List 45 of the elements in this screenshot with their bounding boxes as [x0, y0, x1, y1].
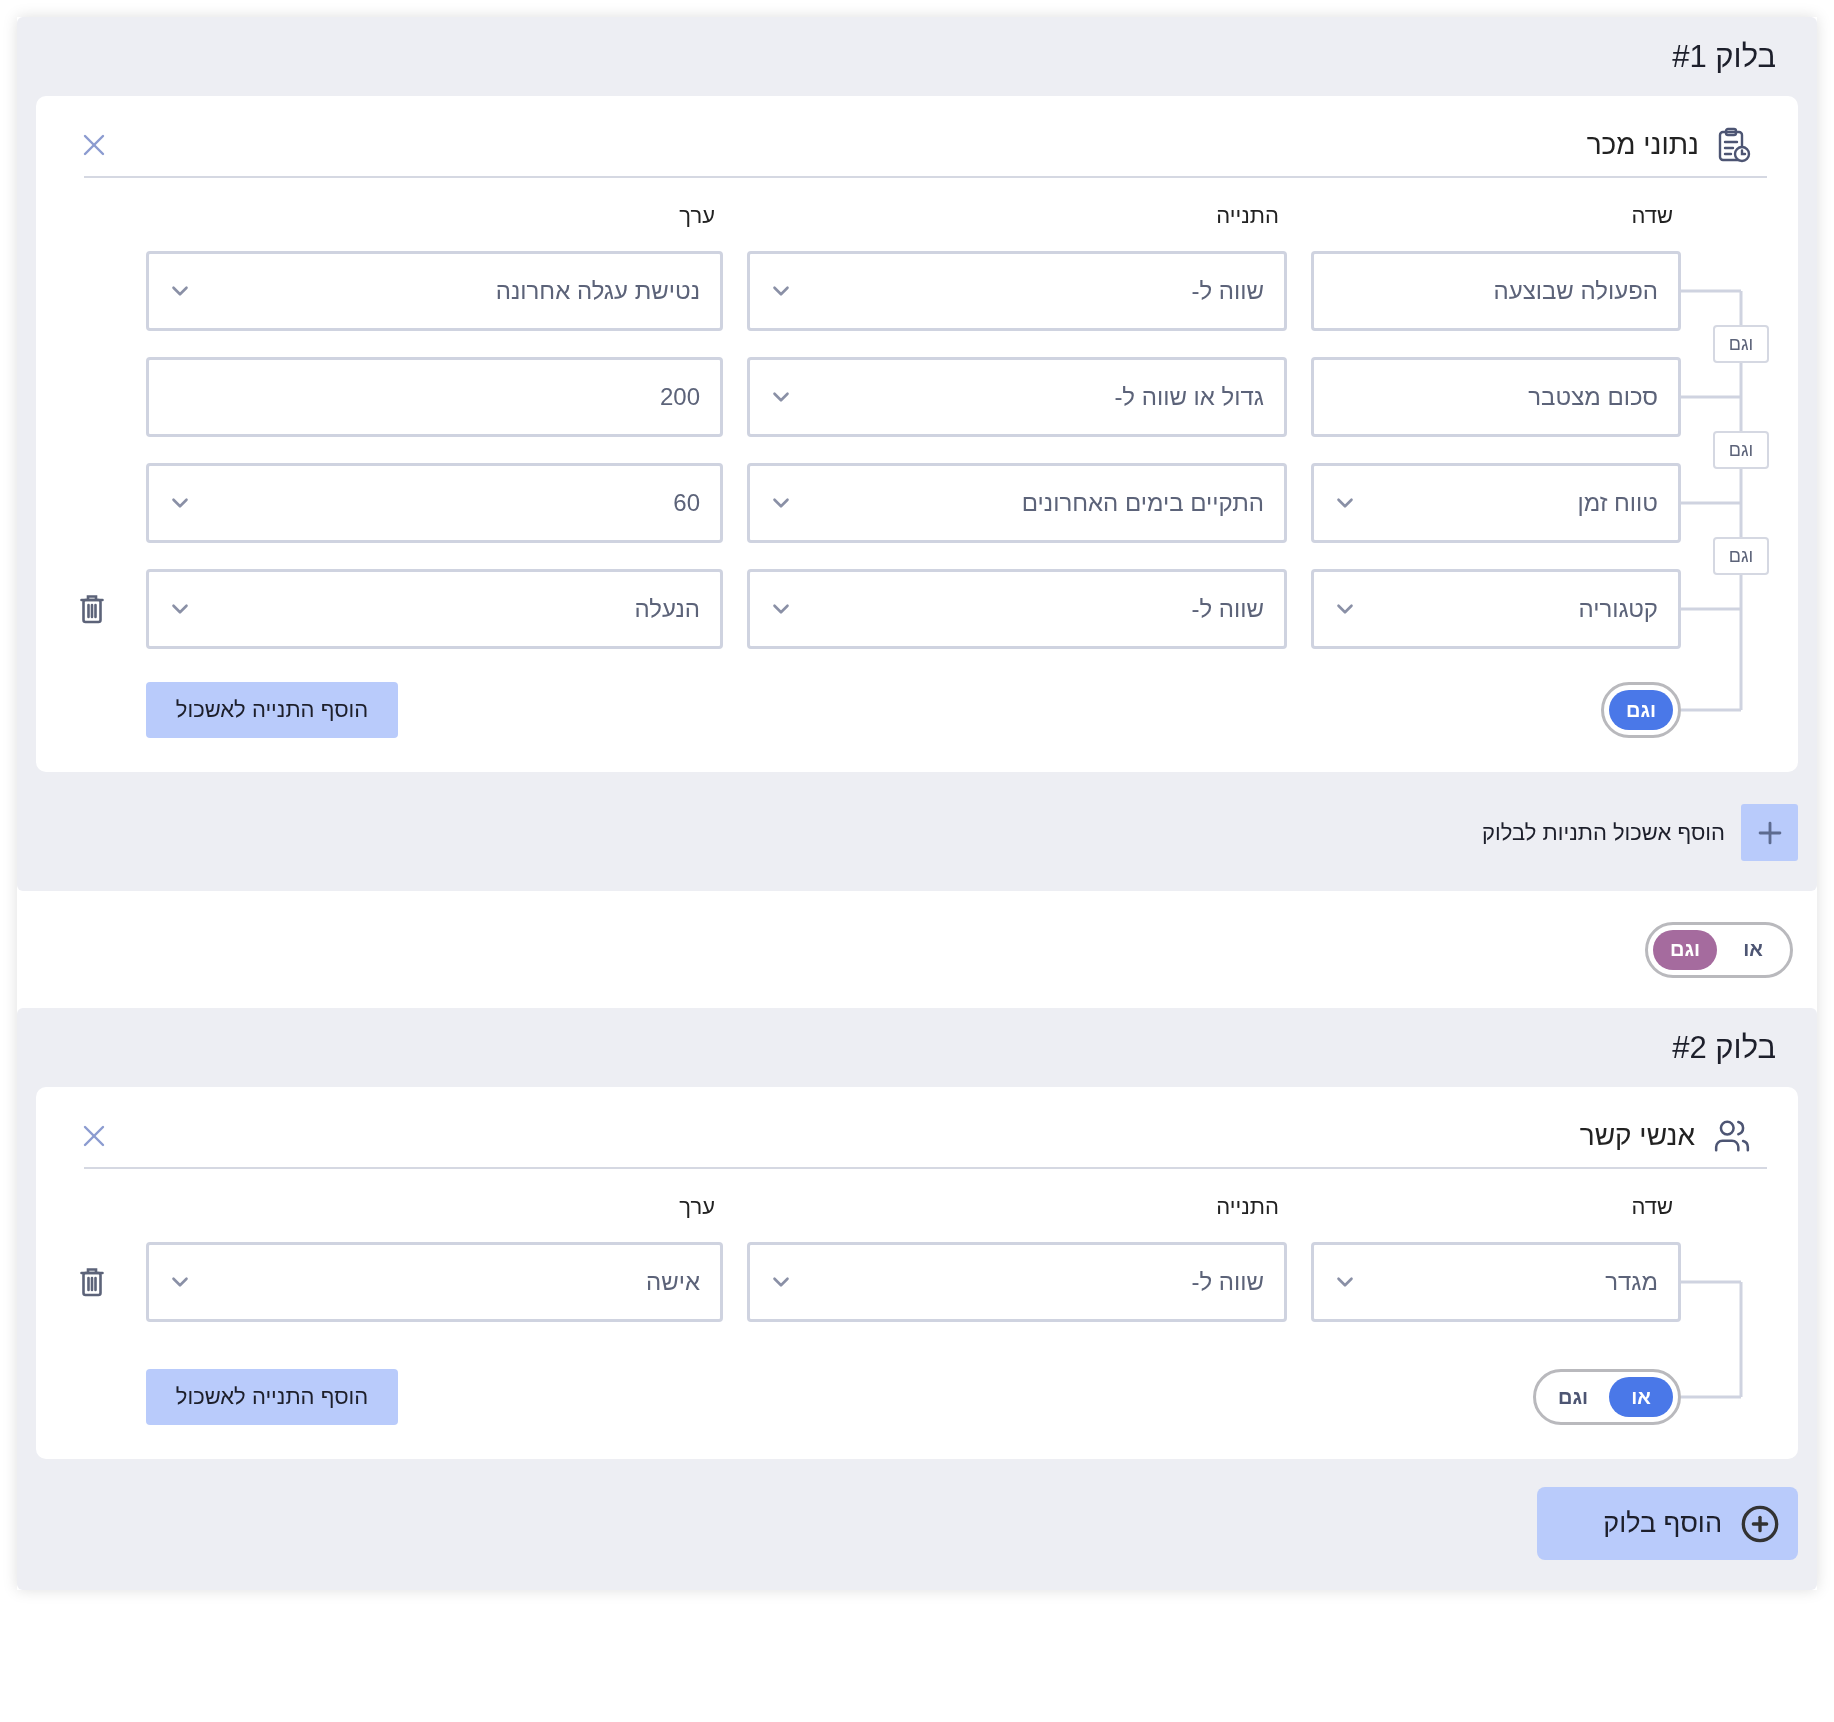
add-condition-button[interactable]: הוסף התנייה לאשכול — [146, 1369, 398, 1425]
toggle-option[interactable]: וגם — [1653, 929, 1717, 970]
toggle-option[interactable]: וגם — [1609, 690, 1673, 730]
select-field[interactable]: גדול או שווה ל- — [747, 357, 1287, 437]
block-title: בלוק #2 — [1671, 1030, 1776, 1066]
column-label: שדה — [1631, 203, 1674, 229]
column-label: התנייה — [1216, 1194, 1280, 1220]
column-label: ערך — [679, 1194, 716, 1220]
select-field[interactable]: שווה ל- — [747, 569, 1287, 649]
plus-circle-icon — [1740, 1503, 1780, 1544]
select-field[interactable]: 60 — [146, 463, 723, 543]
trash-icon[interactable] — [80, 1267, 104, 1297]
select-field[interactable]: הנעלה — [146, 569, 723, 649]
input-field[interactable]: 200 — [146, 357, 723, 437]
input-field[interactable]: הפעולה שבוצעה — [1311, 251, 1681, 331]
and-or-toggle[interactable]: וגם — [1601, 682, 1681, 738]
select-field[interactable]: טווח זמן — [1311, 463, 1681, 543]
and-or-toggle[interactable]: או וגם — [1533, 1369, 1681, 1425]
column-label: התנייה — [1216, 203, 1280, 229]
plus-button[interactable] — [1741, 804, 1798, 861]
join-label: וגם — [1713, 325, 1769, 363]
add-block-button[interactable]: הוסף בלוק — [1537, 1487, 1798, 1560]
block-title: בלוק #1 — [1671, 39, 1776, 75]
add-condition-button[interactable]: הוסף התנייה לאשכול — [146, 682, 398, 738]
select-field[interactable]: מגדר — [1311, 1242, 1681, 1322]
select-field[interactable]: קטגוריה — [1311, 569, 1681, 649]
add-cluster-label[interactable]: הוסף אשכול התניות לבלוק — [1482, 819, 1725, 846]
select-field[interactable]: נטישת עגלה אחרונה — [146, 251, 723, 331]
select-field[interactable]: התקיים בימים האחרונים — [747, 463, 1287, 543]
cluster-title: אנשי קשר — [1579, 1120, 1695, 1152]
select-field[interactable]: שווה ל- — [747, 1242, 1287, 1322]
toggle-option[interactable]: וגם — [1541, 1377, 1605, 1417]
input-field[interactable]: סכום מצטבר — [1311, 357, 1681, 437]
cluster-title: נתוני מכר — [1586, 129, 1699, 161]
select-field[interactable]: שווה ל- — [747, 251, 1287, 331]
clipboard-clock-icon — [1717, 127, 1751, 163]
trash-icon[interactable] — [80, 594, 104, 624]
toggle-option[interactable]: או — [1721, 929, 1785, 970]
select-field[interactable]: אישה — [146, 1242, 723, 1322]
toggle-option[interactable]: או — [1609, 1377, 1673, 1417]
and-or-toggle[interactable]: או וגם — [1645, 921, 1793, 978]
join-label: וגם — [1713, 431, 1769, 469]
column-label: ערך — [679, 203, 716, 229]
column-label: שדה — [1631, 1194, 1674, 1220]
join-label: וגם — [1713, 537, 1769, 575]
